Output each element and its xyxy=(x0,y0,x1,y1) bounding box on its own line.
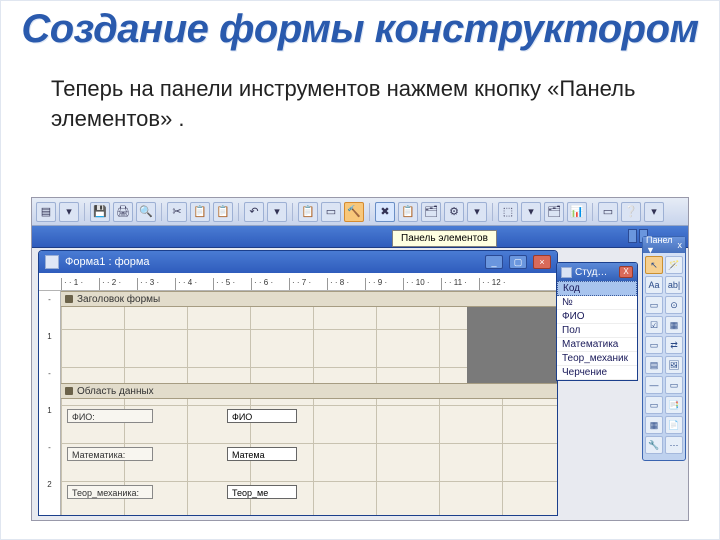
field-list-popup[interactable]: Студ… X Код№ФИОПолМатематикаТеор_механик… xyxy=(556,262,638,381)
horizontal-ruler: · · 1 ·· · 2 ·· · 3 ·· · 4 ·· · 5 ·· · 6… xyxy=(39,273,557,291)
toolbar-button-8[interactable]: ↶ xyxy=(244,202,264,222)
unused-area-header xyxy=(467,307,557,383)
form-titlebar[interactable]: Форма1 : форма _ ▢ × xyxy=(39,251,557,273)
toolbox-tooltip: Панель элементов xyxy=(392,230,497,247)
minimize-button[interactable]: _ xyxy=(485,255,503,269)
toolbox-button-10[interactable]: ▤ xyxy=(645,356,663,374)
toolbox-button-13[interactable]: ▭ xyxy=(665,376,683,394)
toolbox-button-12[interactable]: — xyxy=(645,376,663,394)
toolbar-button-7[interactable]: 📋 xyxy=(213,202,233,222)
toolbar-button-11[interactable]: ▭ xyxy=(321,202,341,222)
toolbox-button-18[interactable]: 🔧 xyxy=(645,436,663,454)
mdi-minimize[interactable] xyxy=(628,229,637,243)
toolbar-button-12[interactable]: 🔨 xyxy=(344,202,364,222)
form-design-window: Форма1 : форма _ ▢ × · · 1 ·· · 2 ·· · 3… xyxy=(38,250,558,516)
field-list-item[interactable]: Код xyxy=(557,281,637,296)
field-list-item[interactable]: Пол xyxy=(557,324,637,338)
field-textbox[interactable]: ФИО xyxy=(227,409,297,423)
toolbox-button-9[interactable]: ⇄ xyxy=(665,336,683,354)
toolbar-button-16[interactable]: ⚙ xyxy=(444,202,464,222)
slide-body: Теперь на панели инструментов нажмем кно… xyxy=(1,54,719,143)
field-label[interactable]: ФИО: xyxy=(67,409,153,423)
toolbox-button-16[interactable]: ▦ xyxy=(645,416,663,434)
field-list-item[interactable]: № xyxy=(557,296,637,310)
toolbox-button-17[interactable]: 📄 xyxy=(665,416,683,434)
toolbox-title[interactable]: Панел ▼ x xyxy=(643,237,685,253)
field-label[interactable]: Теор_механика: xyxy=(67,485,153,499)
field-list-item[interactable]: Теор_механик xyxy=(557,352,637,366)
toolbox-button-3[interactable]: ab| xyxy=(665,276,683,294)
close-icon[interactable]: x xyxy=(678,240,683,250)
toolbar-button-2[interactable]: 💾 xyxy=(90,202,110,222)
toolbar-button-15[interactable]: 🗂 xyxy=(421,202,441,222)
toolbox-button-7[interactable]: ▦ xyxy=(665,316,683,334)
toolbar-button-5[interactable]: ✂ xyxy=(167,202,187,222)
toolbar-button-1[interactable]: ▾ xyxy=(59,202,79,222)
form-icon xyxy=(45,255,59,269)
form-title: Форма1 : форма xyxy=(65,256,150,268)
toolbar-button-20[interactable]: 🗂 xyxy=(544,202,564,222)
toolbox-palette[interactable]: Панел ▼ x ↖🪄Aaab|▭⊙☑▦▭⇄▤🖼—▭▭📑▦📄🔧⋯ xyxy=(642,236,686,461)
toolbar-button-22[interactable]: ▭ xyxy=(598,202,618,222)
toolbar-button-18[interactable]: ⬚ xyxy=(498,202,518,222)
toolbar-button-0[interactable]: ▤ xyxy=(36,202,56,222)
toolbar-button-6[interactable]: 📋 xyxy=(190,202,210,222)
field-list-item[interactable]: ФИО xyxy=(557,310,637,324)
toolbox-button-11[interactable]: 🖼 xyxy=(665,356,683,374)
toolbar-button-4[interactable]: 🔍 xyxy=(136,202,156,222)
toolbar-button-21[interactable]: 📊 xyxy=(567,202,587,222)
slide-title-text: Создание формы конструктором xyxy=(21,7,698,51)
field-list-item[interactable]: Математика xyxy=(557,338,637,352)
toolbar-button-14[interactable]: 📋 xyxy=(398,202,418,222)
toolbox-button-4[interactable]: ▭ xyxy=(645,296,663,314)
app-screenshot: ▤▾💾🖨🔍✂📋📋↶▾📋▭🔨✖📋🗂⚙▾⬚▾🗂📊▭❔▾ Панель элемент… xyxy=(31,197,689,521)
toolbar-button-3[interactable]: 🖨 xyxy=(113,202,133,222)
toolbox-button-15[interactable]: 📑 xyxy=(665,396,683,414)
toolbar-button-23[interactable]: ❔ xyxy=(621,202,641,222)
design-grid[interactable]: Заголовок формы Область данных ФИО: ФИО Ма… xyxy=(61,291,557,515)
close-icon[interactable]: X xyxy=(619,266,633,278)
toolbox-button-2[interactable]: Aa xyxy=(645,276,663,294)
toolbox-button-8[interactable]: ▭ xyxy=(645,336,663,354)
main-toolbar: ▤▾💾🖨🔍✂📋📋↶▾📋▭🔨✖📋🗂⚙▾⬚▾🗂📊▭❔▾ Панель элемент… xyxy=(32,198,688,226)
close-button[interactable]: × xyxy=(533,255,551,269)
toolbox-button-5[interactable]: ⊙ xyxy=(665,296,683,314)
toolbox-button-0[interactable]: ↖ xyxy=(645,256,663,274)
toolbox-button-19[interactable]: ⋯ xyxy=(665,436,683,454)
field-list-title[interactable]: Студ… X xyxy=(557,263,637,281)
toolbox-button-6[interactable]: ☑ xyxy=(645,316,663,334)
toolbox-button-14[interactable]: ▭ xyxy=(645,396,663,414)
slide-title: Создание формы конструктором xyxy=(1,1,719,54)
toolbox-button-1[interactable]: 🪄 xyxy=(665,256,683,274)
maximize-button[interactable]: ▢ xyxy=(509,255,527,269)
table-icon xyxy=(561,267,572,278)
design-surface[interactable]: -1-1-2 Заголовок формы Область данных ФИ… xyxy=(39,291,557,515)
mdi-bar xyxy=(32,226,688,248)
toolbar-button-24[interactable]: ▾ xyxy=(644,202,664,222)
toolbar-button-19[interactable]: ▾ xyxy=(521,202,541,222)
toolbar-button-9[interactable]: ▾ xyxy=(267,202,287,222)
field-list-item[interactable]: Черчение xyxy=(557,366,637,380)
section-detail[interactable]: Область данных xyxy=(61,383,557,399)
field-textbox[interactable]: Теор_ме xyxy=(227,485,297,499)
toolbar-button-13[interactable]: ✖ xyxy=(375,202,395,222)
section-form-header[interactable]: Заголовок формы xyxy=(61,291,557,307)
vertical-ruler: -1-1-2 xyxy=(39,291,61,515)
toolbar-button-17[interactable]: ▾ xyxy=(467,202,487,222)
toolbar-button-10[interactable]: 📋 xyxy=(298,202,318,222)
field-label[interactable]: Математика: xyxy=(67,447,153,461)
field-textbox[interactable]: Матема xyxy=(227,447,297,461)
